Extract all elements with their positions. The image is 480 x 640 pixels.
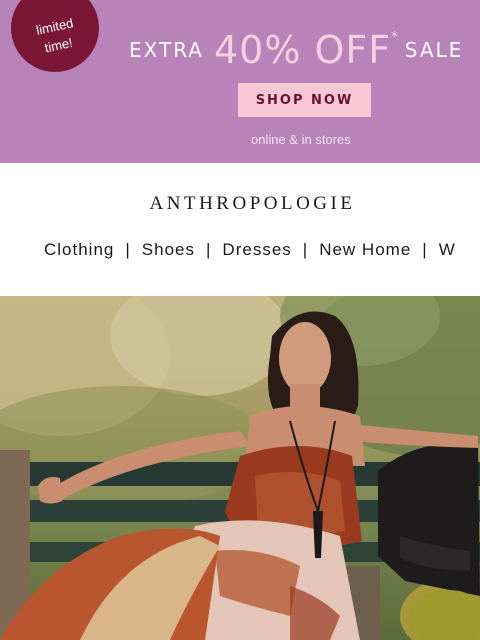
hero-image[interactable] <box>0 296 480 640</box>
promo-asterisk: * <box>391 30 398 45</box>
nav-item-new-home[interactable]: New Home <box>319 240 411 259</box>
category-nav: Clothing | Shoes | Dresses | New Home | W <box>44 240 456 260</box>
promo-subtext: online & in stores <box>251 132 351 147</box>
nav-separator: | <box>206 240 212 259</box>
nav-item-clothing[interactable]: Clothing <box>44 240 114 259</box>
nav-separator: | <box>125 240 131 259</box>
brand-logo[interactable]: ANTHROPOLOGIE <box>0 193 480 215</box>
promo-extra-text: EXTRA <box>129 38 204 62</box>
nav-separator: | <box>422 240 428 259</box>
hero-illustration <box>0 296 480 640</box>
promo-headline: EXTRA 40% OFF* SALE <box>129 28 463 72</box>
nav-item-shoes[interactable]: Shoes <box>142 240 195 259</box>
badge-line-2: time! <box>43 34 74 56</box>
nav-item-w[interactable]: W <box>439 240 456 259</box>
nav-separator: | <box>302 240 309 259</box>
promo-sale-text: SALE <box>404 38 464 62</box>
nav-item-dresses[interactable]: Dresses <box>222 240 291 259</box>
limited-time-badge: limited time! <box>2 0 108 81</box>
promo-banner[interactable]: limited time! EXTRA 40% OFF* SALE SHOP NO… <box>0 0 480 163</box>
promo-percent-off: 40% OFF <box>213 28 392 72</box>
shop-now-button[interactable]: SHOP NOW <box>238 83 371 117</box>
